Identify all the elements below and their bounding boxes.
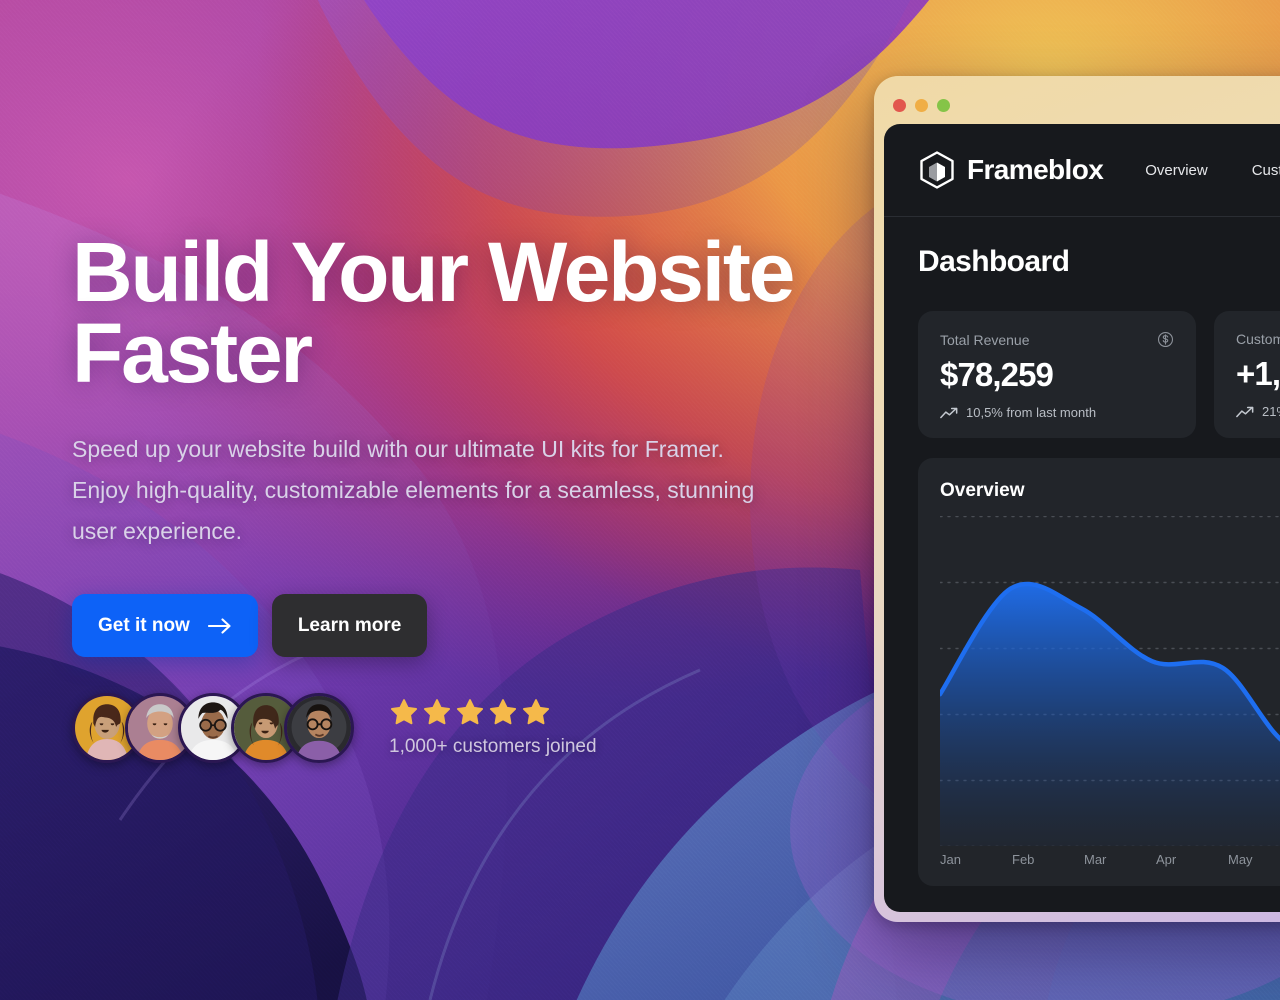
x-tick-label: Jan [940,852,961,867]
chart-area-fill [940,584,1280,846]
rating-block: 1,000+ customers joined [389,698,597,758]
stat-label: Customers [1236,331,1280,347]
minimize-icon[interactable] [915,98,928,112]
star-icon [423,699,451,725]
overview-area-chart[interactable] [940,516,1280,846]
app-body: Dashboard Total Revenue $78,259 10,5% fr… [884,217,1280,886]
star-icon [522,699,550,725]
stat-delta-label: 21% f [1262,404,1280,419]
stat-value: $78,259 [940,356,1054,393]
avatar[interactable] [284,693,354,764]
nav-item-customers[interactable]: Customers [1252,162,1280,179]
x-tick-label: Mar [1084,852,1107,867]
chart-title: Overview [940,480,1025,501]
brand-name: Frameblox [967,154,1104,185]
app-topnav: Frameblox Overview Customers [884,124,1280,217]
learn-more-label: Learn more [297,614,402,636]
stat-card-row: Total Revenue $78,259 10,5% from last mo… [918,311,1280,438]
hero-cta-row: Get it now Learn more [72,594,832,658]
trend-up-icon [940,407,958,418]
hero-section: Build Your Website Faster Speed up your … [72,225,832,764]
app-panel: Frameblox Overview Customers Dashboard T… [884,124,1280,912]
x-tick-label: Apr [1156,852,1177,867]
star-icon [456,699,484,725]
close-icon[interactable] [893,98,906,112]
stat-card-header: Total Revenue [940,331,1174,348]
overview-chart-card: Overview Jan Feb Mar Apr May [918,458,1280,886]
trend-up-icon [1236,406,1254,417]
get-it-now-label: Get it now [98,614,190,636]
x-tick-label: Feb [1012,852,1035,867]
maximize-icon[interactable] [937,98,950,112]
brand[interactable]: Frameblox [918,150,1104,190]
customers-joined-label: 1,000+ customers joined [389,736,597,758]
stat-card-customers[interactable]: Customers +1,5 21% f [1214,311,1280,438]
dashboard-title: Dashboard [918,245,1070,278]
star-icon [489,699,517,725]
nav-links: Overview Customers [1145,162,1280,179]
stat-delta: 10,5% from last month [940,405,1174,420]
stat-value: +1,5 [1236,355,1280,392]
arrow-right-icon [207,618,231,634]
x-tick-label: May [1228,852,1253,867]
stat-delta: 21% f [1236,404,1280,419]
star-rating [389,698,597,727]
page-title: Build Your Website Faster [72,225,795,400]
window-titlebar[interactable] [884,86,1280,124]
avatar-group [72,693,354,764]
stat-card-header: Customers [1236,331,1280,347]
chart-x-axis: Jan Feb Mar Apr May [940,852,1280,867]
frameblox-logo-icon [920,151,954,189]
get-it-now-button[interactable]: Get it now [72,594,258,658]
dollar-circle-icon [1157,331,1174,348]
stat-card-total-revenue[interactable]: Total Revenue $78,259 10,5% from last mo… [918,311,1196,438]
star-icon [390,699,418,725]
browser-window: Frameblox Overview Customers Dashboard T… [874,76,1280,922]
hero-subtitle: Speed up your website build with our ult… [72,436,755,545]
stat-label: Total Revenue [940,331,1030,348]
learn-more-button[interactable]: Learn more [271,594,428,658]
stat-delta-label: 10,5% from last month [966,405,1097,420]
nav-item-overview[interactable]: Overview [1145,162,1208,179]
social-proof: 1,000+ customers joined [72,693,832,764]
